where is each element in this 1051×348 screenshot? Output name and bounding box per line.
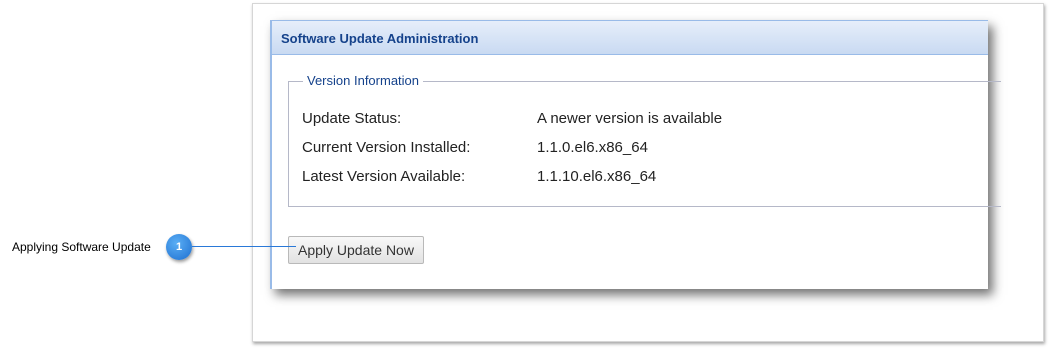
update-status-value: A newer version is available [537,110,723,127]
callout-label: Applying Software Update [12,240,151,254]
fieldset-legend: Version Information [303,73,424,88]
latest-version-value: 1.1.10.el6.x86_64 [537,168,657,185]
panel-header: Software Update Administration [272,21,988,55]
latest-version-label: Latest Version Available: [302,168,466,185]
callout-connector-line [192,246,296,247]
update-status-label: Update Status: [302,110,402,127]
version-information-fieldset: Version Information Update Status: A new… [288,73,1001,207]
apply-update-now-button[interactable]: Apply Update Now [288,236,424,264]
callout-number-badge: 1 [166,234,192,260]
panel-title: Software Update Administration [281,31,479,46]
software-update-panel: Software Update Administration Version I… [270,20,1001,289]
current-version-value: 1.1.0.el6.x86_64 [537,139,648,156]
current-version-label: Current Version Installed: [302,139,471,156]
